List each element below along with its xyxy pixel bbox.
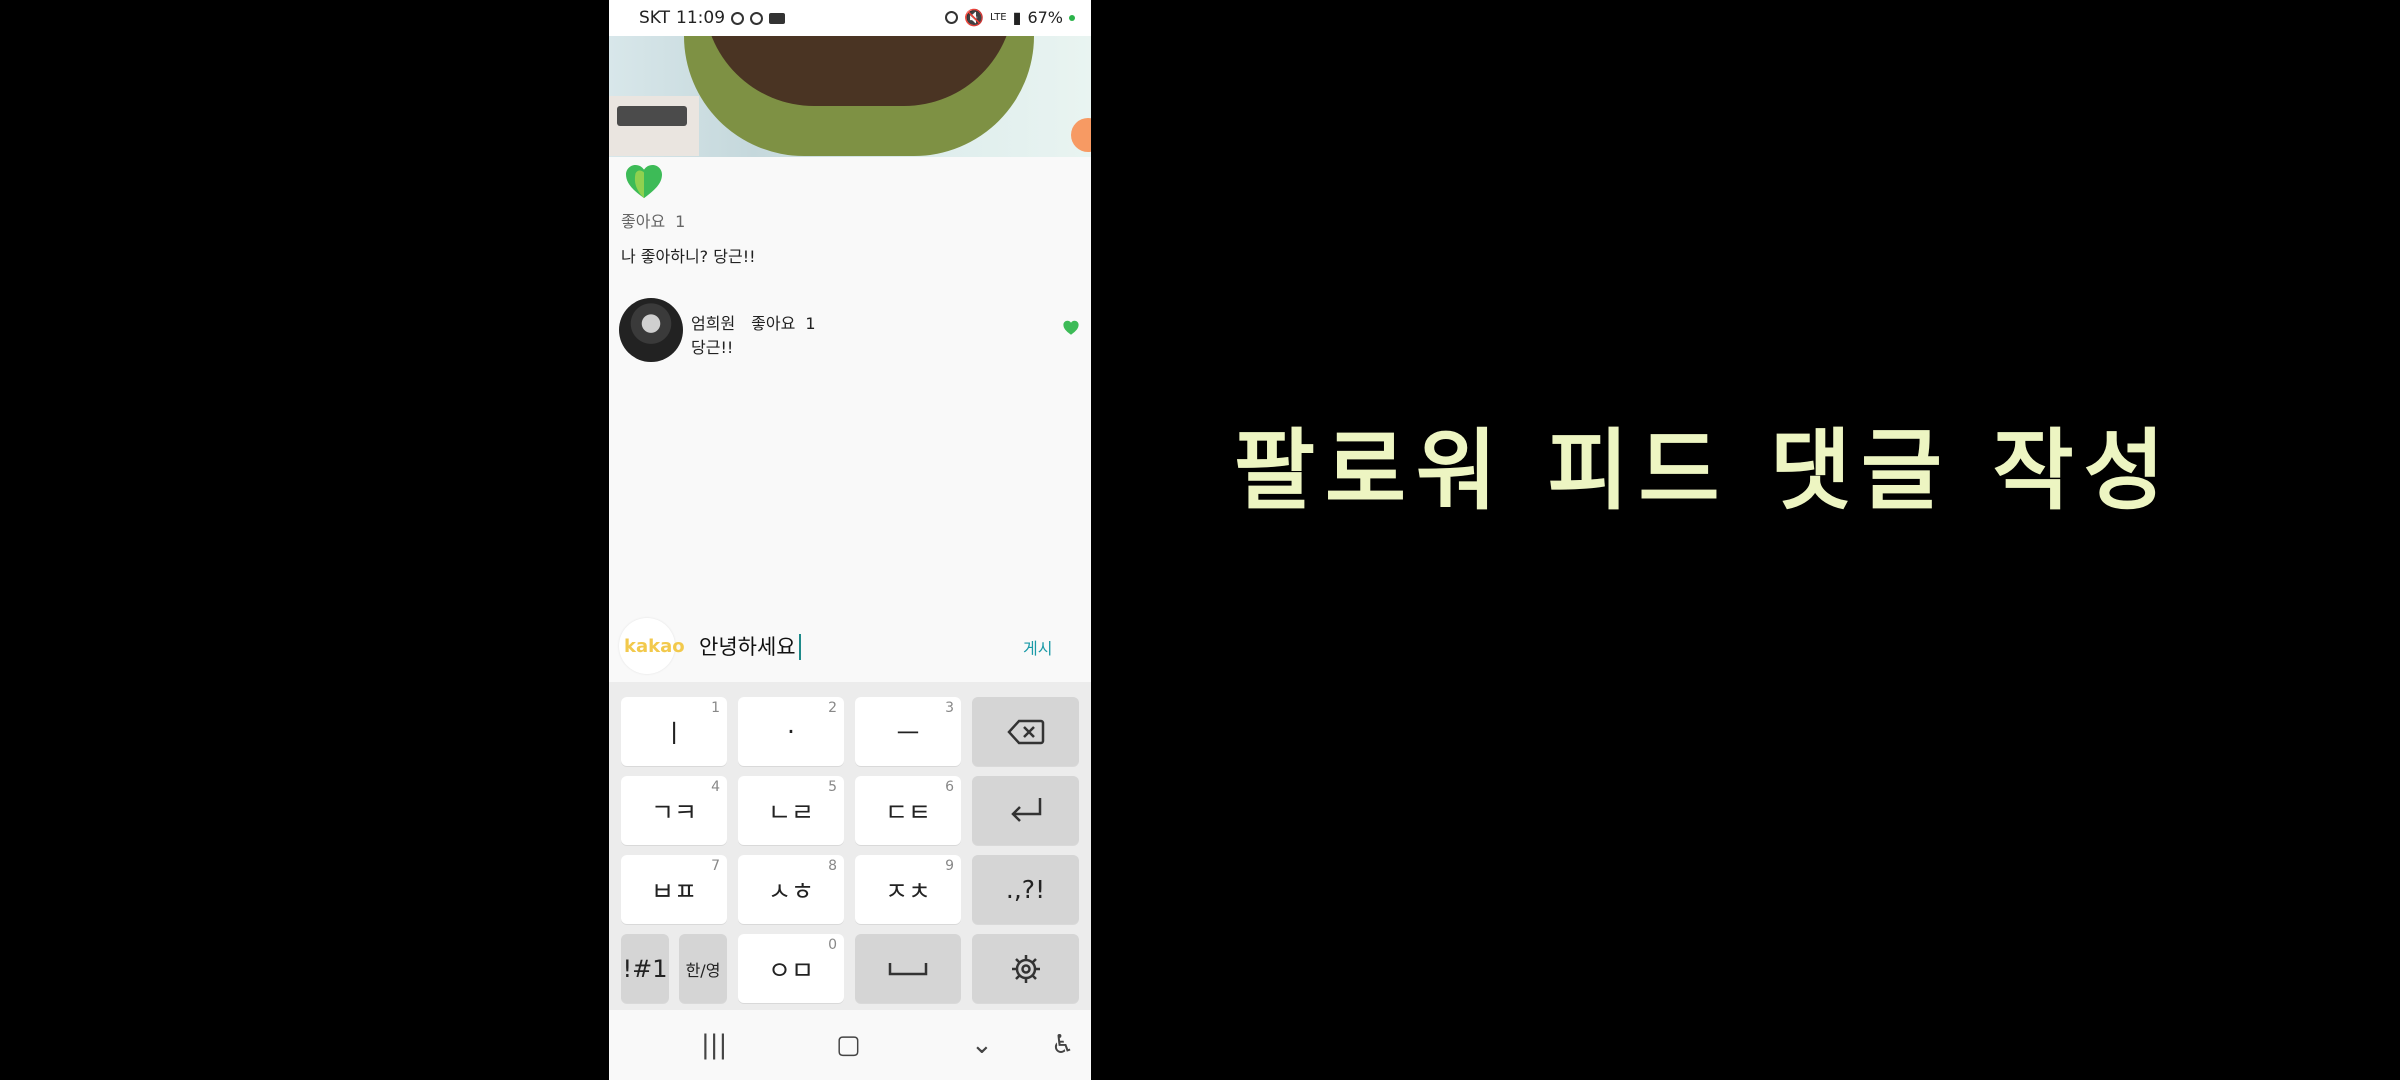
key-label: ㅡ <box>896 718 920 748</box>
space-key[interactable] <box>855 934 961 1003</box>
accessibility-icon[interactable]: ♿ <box>1051 1030 1074 1060</box>
comment-like-label: 좋아요 <box>751 314 796 333</box>
key-number: 3 <box>945 700 954 716</box>
key-label: · <box>787 717 795 746</box>
key-number: 1 <box>711 700 720 716</box>
key-ㅣ[interactable]: ㅣ 1 <box>621 697 727 766</box>
backspace-key[interactable] <box>972 697 1079 766</box>
post-photo[interactable] <box>609 36 1091 157</box>
comment-item: 엄희원 좋아요 1 당근!! <box>609 296 1091 366</box>
key-ㄱㅋ[interactable]: ㄱㅋ 4 <box>621 776 727 845</box>
key-ㅂㅍ[interactable]: ㅂㅍ 7 <box>621 855 727 924</box>
kakao-avatar-label: kakao <box>624 636 685 657</box>
key-ㅅㅎ[interactable]: ㅅㅎ 8 <box>738 855 844 924</box>
back-chevron-icon[interactable]: ⌄ <box>971 1030 993 1060</box>
comment-text: 당근!! <box>691 338 734 357</box>
page-headline: 팔로워 피드 댓글 작성 <box>1234 419 2175 522</box>
home-icon[interactable]: ▢ <box>836 1030 861 1060</box>
mute-icon: 🔇 <box>964 8 984 27</box>
comment-header: 엄희원 좋아요 1 <box>691 310 816 334</box>
key-number: 6 <box>945 779 954 795</box>
carrier-label: SKT <box>639 8 671 28</box>
key-ㅡ[interactable]: ㅡ 3 <box>855 697 961 766</box>
key-number: 2 <box>828 700 837 716</box>
keyboard: ㅣ 1 · 2 ㅡ 3 ㄱㅋ 4 ㄴㄹ 5 ㄷㅌ 6 ㅂㅍ 7 ㅅㅎ 8 ㅈㅊ … <box>609 682 1091 1010</box>
background-shelf <box>609 96 699 156</box>
video-icon <box>769 12 786 24</box>
key-label: ㅇㅁ <box>767 955 814 985</box>
key-label: !#1 <box>622 954 668 983</box>
avatar[interactable] <box>619 298 683 362</box>
key-ㄷㅌ[interactable]: ㄷㅌ 6 <box>855 776 961 845</box>
alarm-icon <box>945 11 959 24</box>
like-label: 좋아요 <box>621 212 666 231</box>
phone-screen: SKT 11:09 🔇 LTE ▮ 67% 좋아요 1 나 좋아하니? 당근!! <box>609 0 1091 1080</box>
key-label: .,?! <box>1005 875 1046 904</box>
post-caption: 나 좋아하니? 당근!! <box>621 247 756 266</box>
key-dot[interactable]: · 2 <box>738 697 844 766</box>
punctuation-key[interactable]: .,?! <box>972 855 1079 924</box>
network-label: LTE <box>990 12 1007 23</box>
battery-label: 67% <box>1027 8 1063 27</box>
signal-icon: ▮ <box>1012 8 1022 27</box>
space-icon <box>888 962 928 975</box>
comment-author[interactable]: 엄희원 <box>691 314 735 333</box>
text-caret <box>799 634 801 660</box>
key-label: ㄴㄹ <box>767 797 814 827</box>
gear-icon <box>1011 954 1040 983</box>
time-label: 11:09 <box>676 8 726 28</box>
like-count: 1 <box>675 212 686 231</box>
key-number: 4 <box>711 779 720 795</box>
comment-input-bar: kakao 게시 <box>609 612 1091 680</box>
enter-key[interactable] <box>972 776 1079 845</box>
settings-key[interactable] <box>972 934 1079 1003</box>
key-label: ㅣ <box>662 718 686 748</box>
recent-apps-icon[interactable]: ||| <box>701 1030 727 1060</box>
post-comment-button[interactable]: 게시 <box>1023 635 1052 659</box>
symbols-key[interactable]: !#1 <box>621 934 669 1003</box>
language-toggle-key[interactable]: 한/영 <box>679 934 727 1003</box>
backspace-icon <box>1006 719 1044 744</box>
key-ㅈㅊ[interactable]: ㅈㅊ 9 <box>855 855 961 924</box>
key-number: 0 <box>828 937 837 953</box>
comment-input[interactable] <box>699 630 929 662</box>
key-ㄴㄹ[interactable]: ㄴㄹ 5 <box>738 776 844 845</box>
key-number: 7 <box>711 858 720 874</box>
heart-icon[interactable] <box>625 164 663 200</box>
notification-icon <box>731 11 745 25</box>
comment-like-count: 1 <box>805 314 816 333</box>
key-ㅇㅁ[interactable]: ㅇㅁ 0 <box>738 934 844 1003</box>
key-number: 8 <box>828 858 837 874</box>
key-number: 9 <box>945 858 954 874</box>
key-label: ㅅㅎ <box>767 876 814 906</box>
key-label: ㅂㅍ <box>650 876 697 906</box>
key-label: 한/영 <box>685 960 721 980</box>
key-number: 5 <box>828 779 837 795</box>
notification-icon <box>750 11 764 25</box>
key-label: ㅈㅊ <box>884 876 931 906</box>
post-like-count: 좋아요 1 <box>621 208 685 232</box>
key-label: ㄷㅌ <box>884 797 931 827</box>
status-bar: SKT 11:09 🔇 LTE ▮ 67% <box>609 0 1091 36</box>
orange-circle <box>1071 118 1091 152</box>
comment-like-heart-icon[interactable] <box>1063 320 1079 336</box>
system-nav-bar: ||| ▢ ⌄ ♿ <box>609 1010 1091 1080</box>
key-label: ㄱㅋ <box>650 797 697 827</box>
battery-dot-icon <box>1069 14 1075 21</box>
enter-icon <box>1010 797 1041 822</box>
